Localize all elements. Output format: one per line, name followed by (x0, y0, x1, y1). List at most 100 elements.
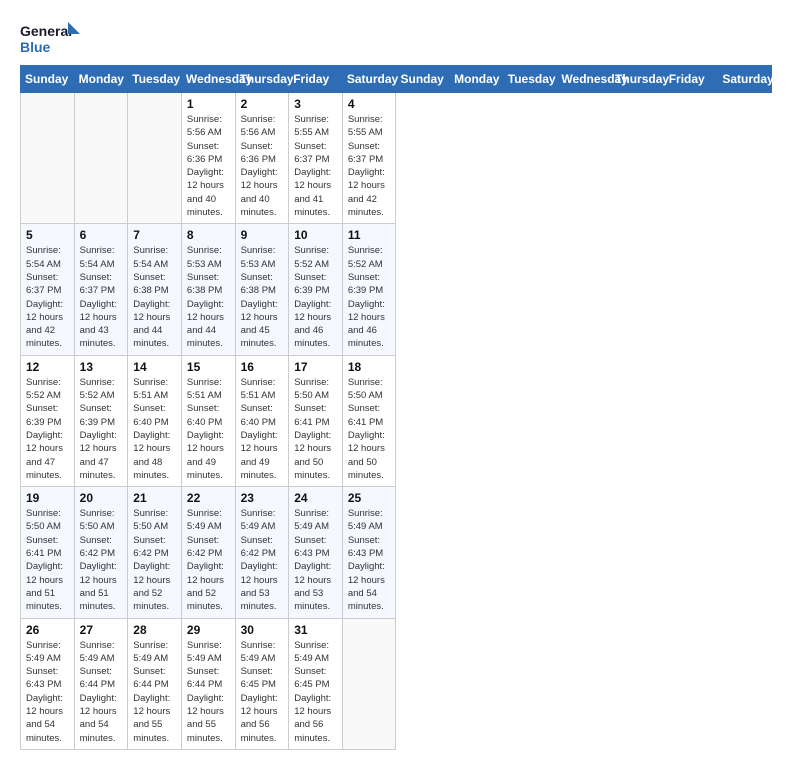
day-number: 21 (133, 491, 176, 505)
calendar-cell: 1Sunrise: 5:56 AM Sunset: 6:36 PM Daylig… (181, 93, 235, 224)
logo: GeneralBlue (20, 20, 80, 60)
calendar-cell: 6Sunrise: 5:54 AM Sunset: 6:37 PM Daylig… (74, 224, 128, 355)
calendar-cell: 22 Sunrise: 5:49 AM Sunset: 6:42 PM Dayli… (181, 487, 235, 618)
calendar-cell: 3 Sunrise: 5:55 AM Sunset: 6:37 PM Daylig… (289, 93, 343, 224)
day-info: Sunrise: 5:51 AM Sunset: 6:40 PM Dayligh… (187, 376, 230, 482)
calendar-cell: 5Sunrise: 5:54 AM Sunset: 6:37 PM Daylig… (21, 224, 75, 355)
calendar-cell: 23 Sunrise: 5:49 AM Sunset: 6:42 PM Dayli… (235, 487, 289, 618)
day-info: Sunrise: 5:49 AM Sunset: 6:42 PM Dayligh… (241, 507, 284, 613)
day-number: 31 (294, 623, 337, 637)
calendar-cell: 28 Sunrise: 5:49 AM Sunset: 6:44 PM Dayli… (128, 618, 182, 749)
day-number: 25 (348, 491, 391, 505)
calendar-week-row: 26 Sunrise: 5:49 AM Sunset: 6:43 PM Dayli… (21, 618, 772, 749)
calendar-cell: 16 Sunrise: 5:51 AM Sunset: 6:40 PM Dayli… (235, 355, 289, 486)
day-info: Sunrise: 5:50 AM Sunset: 6:41 PM Dayligh… (348, 376, 391, 482)
day-number: 1 (187, 97, 230, 111)
column-header-sunday: Sunday (396, 66, 450, 93)
day-number: 19 (26, 491, 69, 505)
day-info: Sunrise: 5:53 AM Sunset: 6:38 PM Dayligh… (241, 244, 284, 350)
column-header-thursday: Thursday (611, 66, 665, 93)
logo-svg: GeneralBlue (20, 20, 80, 60)
svg-text:Blue: Blue (20, 39, 51, 55)
day-info: Sunrise: 5:49 AM Sunset: 6:44 PM Dayligh… (133, 639, 176, 745)
day-number: 18 (348, 360, 391, 374)
day-info: Sunrise: 5:52 AM Sunset: 6:39 PM Dayligh… (348, 244, 391, 350)
day-info: Sunrise: 5:49 AM Sunset: 6:44 PM Dayligh… (80, 639, 123, 745)
day-number: 16 (241, 360, 284, 374)
day-number: 17 (294, 360, 337, 374)
column-header-friday: Friday (289, 66, 343, 93)
day-number: 15 (187, 360, 230, 374)
day-info: Sunrise: 5:49 AM Sunset: 6:43 PM Dayligh… (294, 507, 337, 613)
day-number: 29 (187, 623, 230, 637)
calendar-cell: 8Sunrise: 5:53 AM Sunset: 6:38 PM Daylig… (181, 224, 235, 355)
day-info: Sunrise: 5:49 AM Sunset: 6:45 PM Dayligh… (241, 639, 284, 745)
calendar-cell: 24 Sunrise: 5:49 AM Sunset: 6:43 PM Dayli… (289, 487, 343, 618)
calendar-cell: 31 Sunrise: 5:49 AM Sunset: 6:45 PM Dayli… (289, 618, 343, 749)
day-info: Sunrise: 5:54 AM Sunset: 6:38 PM Dayligh… (133, 244, 176, 350)
calendar-cell: 21Sunrise: 5:50 AM Sunset: 6:42 PM Dayli… (128, 487, 182, 618)
day-info: Sunrise: 5:49 AM Sunset: 6:45 PM Dayligh… (294, 639, 337, 745)
svg-text:General: General (20, 23, 72, 39)
day-info: Sunrise: 5:49 AM Sunset: 6:43 PM Dayligh… (26, 639, 69, 745)
day-number: 3 (294, 97, 337, 111)
calendar-header-row: SundayMondayTuesdayWednesdayThursdayFrid… (21, 66, 772, 93)
day-number: 26 (26, 623, 69, 637)
day-info: Sunrise: 5:49 AM Sunset: 6:43 PM Dayligh… (348, 507, 391, 613)
calendar-cell: 14Sunrise: 5:51 AM Sunset: 6:40 PM Dayli… (128, 355, 182, 486)
calendar-cell: 26 Sunrise: 5:49 AM Sunset: 6:43 PM Dayli… (21, 618, 75, 749)
calendar-cell: 12Sunrise: 5:52 AM Sunset: 6:39 PM Dayli… (21, 355, 75, 486)
day-info: Sunrise: 5:55 AM Sunset: 6:37 PM Dayligh… (294, 113, 337, 219)
day-number: 6 (80, 228, 123, 242)
day-info: Sunrise: 5:49 AM Sunset: 6:42 PM Dayligh… (187, 507, 230, 613)
calendar-cell: 10Sunrise: 5:52 AM Sunset: 6:39 PM Dayli… (289, 224, 343, 355)
calendar-cell: 15 Sunrise: 5:51 AM Sunset: 6:40 PM Dayli… (181, 355, 235, 486)
calendar-cell (128, 93, 182, 224)
calendar-cell (74, 93, 128, 224)
day-number: 9 (241, 228, 284, 242)
day-info: Sunrise: 5:51 AM Sunset: 6:40 PM Dayligh… (241, 376, 284, 482)
day-number: 20 (80, 491, 123, 505)
day-info: Sunrise: 5:49 AM Sunset: 6:44 PM Dayligh… (187, 639, 230, 745)
day-number: 7 (133, 228, 176, 242)
day-number: 22 (187, 491, 230, 505)
calendar-cell: 7 Sunrise: 5:54 AM Sunset: 6:38 PM Daylig… (128, 224, 182, 355)
calendar-cell: 13Sunrise: 5:52 AM Sunset: 6:39 PM Dayli… (74, 355, 128, 486)
day-number: 14 (133, 360, 176, 374)
day-number: 28 (133, 623, 176, 637)
day-number: 2 (241, 97, 284, 111)
calendar-cell: 30 Sunrise: 5:49 AM Sunset: 6:45 PM Dayli… (235, 618, 289, 749)
calendar-week-row: 5Sunrise: 5:54 AM Sunset: 6:37 PM Daylig… (21, 224, 772, 355)
day-number: 27 (80, 623, 123, 637)
calendar-cell: 29 Sunrise: 5:49 AM Sunset: 6:44 PM Dayli… (181, 618, 235, 749)
calendar-week-row: 12Sunrise: 5:52 AM Sunset: 6:39 PM Dayli… (21, 355, 772, 486)
column-header-wednesday: Wednesday (557, 66, 611, 93)
day-number: 23 (241, 491, 284, 505)
day-number: 5 (26, 228, 69, 242)
day-number: 24 (294, 491, 337, 505)
column-header-saturday: Saturday (718, 66, 772, 93)
calendar-table: SundayMondayTuesdayWednesdayThursdayFrid… (20, 65, 772, 750)
column-header-tuesday: Tuesday (503, 66, 557, 93)
day-info: Sunrise: 5:52 AM Sunset: 6:39 PM Dayligh… (294, 244, 337, 350)
calendar-cell: 11 Sunrise: 5:52 AM Sunset: 6:39 PM Dayli… (342, 224, 396, 355)
day-number: 4 (348, 97, 391, 111)
calendar-cell: 18 Sunrise: 5:50 AM Sunset: 6:41 PM Dayli… (342, 355, 396, 486)
column-header-wednesday: Wednesday (181, 66, 235, 93)
day-number: 13 (80, 360, 123, 374)
column-header-thursday: Thursday (235, 66, 289, 93)
calendar-cell: 25 Sunrise: 5:49 AM Sunset: 6:43 PM Dayli… (342, 487, 396, 618)
calendar-week-row: 19Sunrise: 5:50 AM Sunset: 6:41 PM Dayli… (21, 487, 772, 618)
day-info: Sunrise: 5:50 AM Sunset: 6:42 PM Dayligh… (80, 507, 123, 613)
calendar-cell: 17Sunrise: 5:50 AM Sunset: 6:41 PM Dayli… (289, 355, 343, 486)
day-number: 12 (26, 360, 69, 374)
day-number: 11 (348, 228, 391, 242)
day-number: 30 (241, 623, 284, 637)
column-header-monday: Monday (74, 66, 128, 93)
calendar-cell: 2Sunrise: 5:56 AM Sunset: 6:36 PM Daylig… (235, 93, 289, 224)
column-header-friday: Friday (664, 66, 718, 93)
calendar-cell (21, 93, 75, 224)
day-info: Sunrise: 5:53 AM Sunset: 6:38 PM Dayligh… (187, 244, 230, 350)
calendar-cell: 27 Sunrise: 5:49 AM Sunset: 6:44 PM Dayli… (74, 618, 128, 749)
calendar-cell: 19Sunrise: 5:50 AM Sunset: 6:41 PM Dayli… (21, 487, 75, 618)
